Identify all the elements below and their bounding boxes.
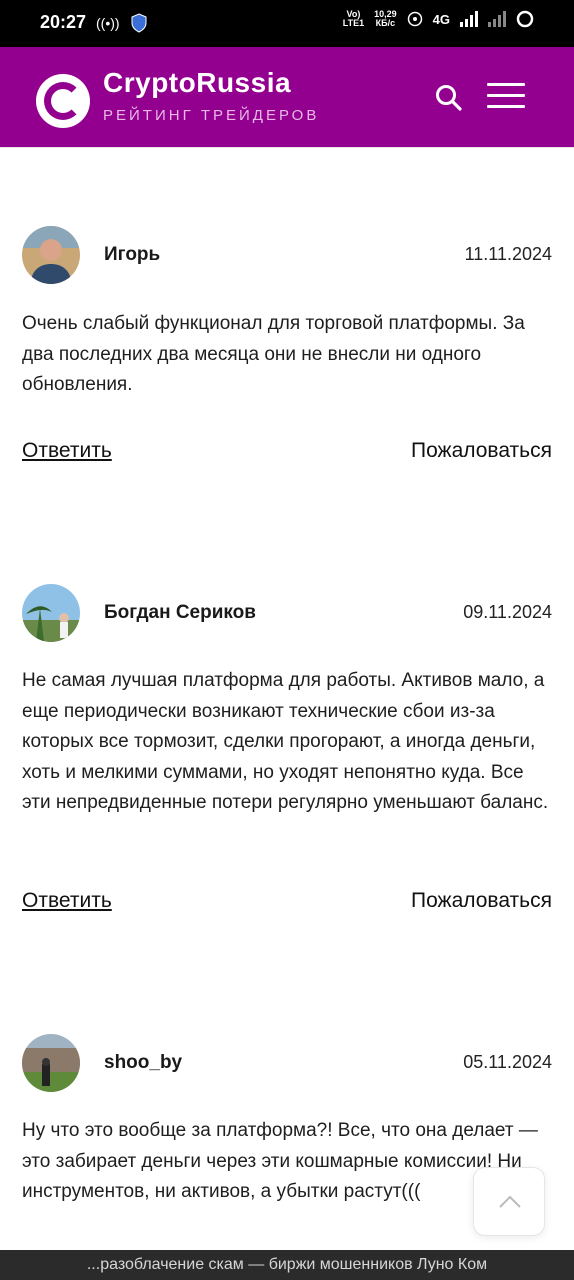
review-date: 11.11.2024 xyxy=(464,244,552,264)
brand-subtitle: РЕЙТИНГ ТРЕЙДЕРОВ xyxy=(103,107,320,124)
avatar xyxy=(22,226,80,284)
review-author: shoo_by xyxy=(104,1052,183,1073)
avatar xyxy=(22,1034,80,1092)
battery-icon xyxy=(516,10,534,28)
status-right-icons: Vo) LTE1 10,29 КБ/с 4G xyxy=(343,10,534,28)
logo-icon[interactable] xyxy=(36,74,90,128)
wifi-icon xyxy=(407,11,422,27)
hotspot-icon: ((•)) xyxy=(96,15,120,31)
browser-title-bar: ...разоблачение скам — биржи мошенников … xyxy=(0,1250,574,1280)
avatar xyxy=(22,584,80,642)
reply-link[interactable]: Ответить xyxy=(22,889,112,913)
status-bar: 20:27 ((•)) Vo) LTE1 10,29 КБ/с 4G xyxy=(0,0,574,47)
signal-icon xyxy=(460,11,478,27)
brand-name[interactable]: CryptoRussia xyxy=(103,67,291,99)
signal-2-icon xyxy=(488,11,506,27)
review-date: 09.11.2024 xyxy=(463,602,552,622)
network-type: 4G xyxy=(432,11,450,27)
review-item: Богдан Сериков 09.11.2024 Не самая лучша… xyxy=(22,584,552,924)
menu-button[interactable] xyxy=(487,83,525,113)
review-text: Очень слабый функционал для торговой пла… xyxy=(22,313,525,395)
review-text: Не самая лучшая платформа для работы. Ак… xyxy=(22,670,549,813)
review-item: Игорь 11.11.2024 Очень слабый функционал… xyxy=(22,226,552,476)
network-speed: 10,29 КБ/с xyxy=(374,9,397,28)
review-author: Богдан Сериков xyxy=(104,602,256,623)
status-time: 20:27 xyxy=(40,12,87,32)
reply-link[interactable]: Ответить xyxy=(22,439,112,463)
report-link[interactable]: Пожаловаться xyxy=(411,439,552,463)
search-button[interactable] xyxy=(434,83,464,113)
header-divider xyxy=(0,147,574,148)
review-date: 05.11.2024 xyxy=(463,1052,552,1072)
scroll-to-top-button[interactable] xyxy=(473,1167,545,1236)
volte-indicator: Vo) LTE1 xyxy=(342,9,365,28)
chevron-up-icon xyxy=(499,1195,521,1208)
search-icon xyxy=(436,85,462,111)
review-author: Игорь xyxy=(104,244,161,265)
report-link[interactable]: Пожаловаться xyxy=(411,889,552,913)
shield-icon xyxy=(131,13,147,33)
site-header: CryptoRussia РЕЙТИНГ ТРЕЙДЕРОВ xyxy=(0,47,574,147)
status-left-icons: ((•)) xyxy=(96,13,148,33)
